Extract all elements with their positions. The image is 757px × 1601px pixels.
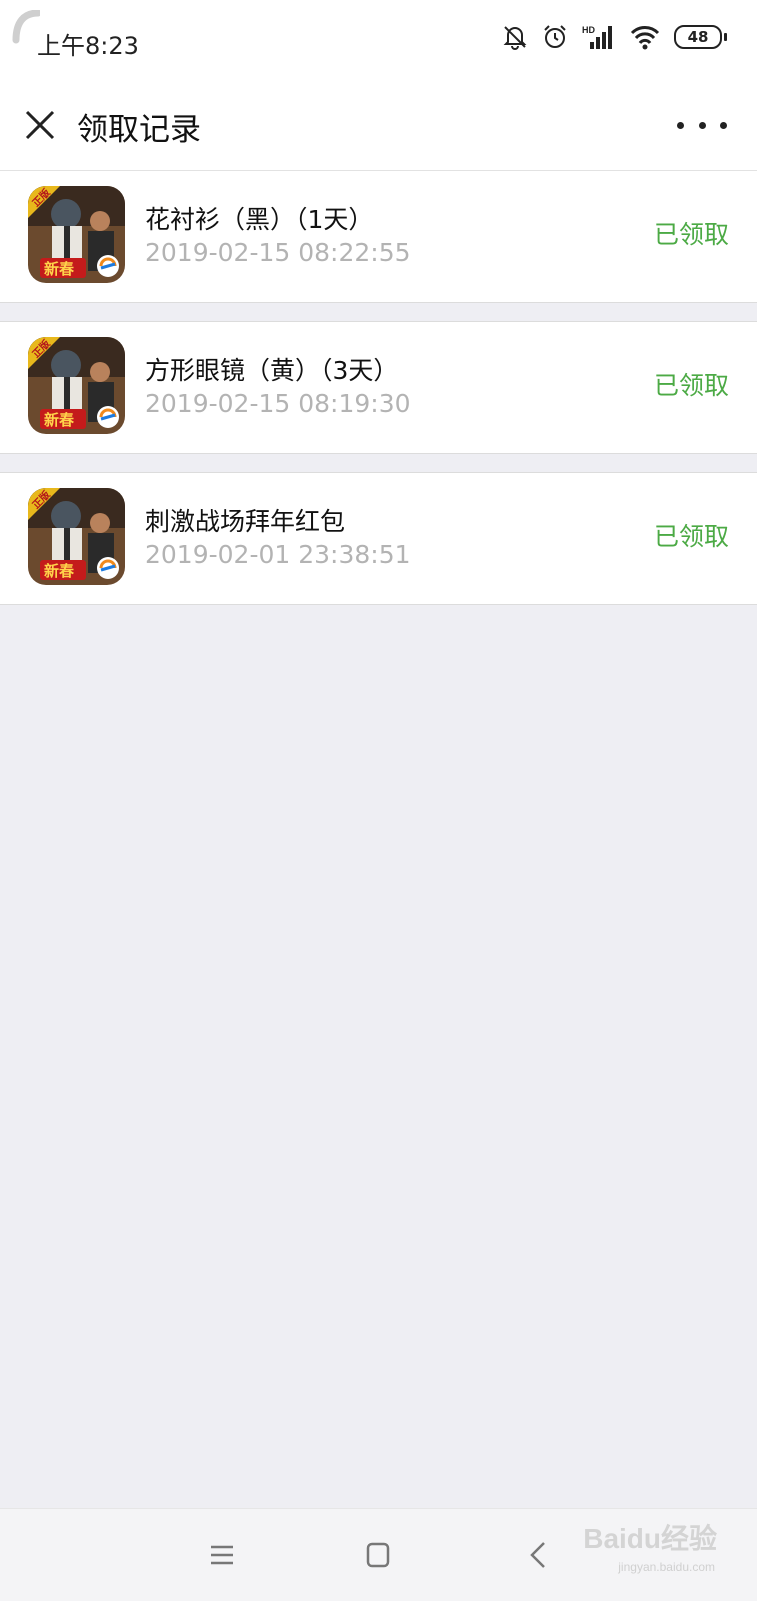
record-name: 刺激战场拜年红包 (145, 507, 346, 536)
mute-bell-icon (503, 26, 527, 50)
game-app-icon: 正版 新春 (28, 186, 125, 283)
record-time: 2019-02-01 23:38:51 (145, 540, 411, 569)
more-dot (677, 121, 684, 129)
more-dot (698, 121, 706, 129)
record-time: 2019-02-15 08:22:55 (145, 238, 411, 267)
more-dot (720, 121, 727, 129)
nav-bar: 领取记录 (0, 80, 757, 171)
system-nav-bar (0, 1508, 757, 1601)
record-item[interactable]: 正版 新春 花衬衫（黑）（1天） 2019-02-15 08:22:55 已领取 (0, 171, 757, 303)
bottom-badge-text: 新春 (44, 260, 74, 278)
battery-cap (724, 33, 727, 41)
game-app-icon: 正版 新春 (28, 488, 125, 585)
wifi-icon (630, 26, 660, 50)
status-bar: 上午8:23 HD 48 (0, 0, 757, 80)
page-title: 领取记录 (77, 112, 201, 148)
close-icon[interactable] (20, 105, 60, 145)
watermark-url: jingyan.baidu.com (618, 1560, 715, 1574)
home-square-icon[interactable] (358, 1537, 398, 1573)
game-app-icon-art: 正版 新春 (28, 488, 125, 585)
menu-icon[interactable] (202, 1537, 242, 1573)
bottom-badge-text: 新春 (44, 411, 74, 429)
watermark: Baidu经验 (583, 1523, 717, 1554)
back-icon[interactable] (519, 1537, 559, 1573)
status-received: 已领取 (653, 371, 729, 400)
hd-signal-icon: HD (582, 25, 612, 49)
battery-level: 48 (674, 25, 722, 49)
record-item[interactable]: 正版 新春 刺激战场拜年红包 2019-02-01 23:38:51 已领取 (0, 472, 757, 605)
status-received: 已领取 (653, 522, 729, 551)
battery-icon: 48 (674, 25, 727, 49)
status-received: 已领取 (653, 220, 729, 249)
svg-text:HD: HD (582, 25, 595, 35)
status-icons: HD 48 (502, 24, 727, 50)
game-app-icon: 正版 新春 (28, 337, 125, 434)
status-time: 上午8:23 (37, 32, 139, 60)
record-name: 方形眼镜（黄）（3天） (145, 356, 399, 385)
alarm-icon (544, 25, 566, 48)
game-app-icon-art: 正版 新春 (28, 186, 125, 283)
game-app-icon-art: 正版 新春 (28, 337, 125, 434)
record-item[interactable]: 正版 新春 方形眼镜（黄）（3天） 2019-02-15 08:19:30 已领… (0, 321, 757, 454)
record-name: 花衬衫（黑）（1天） (145, 205, 374, 234)
more-icon[interactable] (677, 110, 727, 140)
status-deco-icon (12, 10, 40, 44)
record-time: 2019-02-15 08:19:30 (145, 389, 411, 418)
bottom-badge-text: 新春 (44, 562, 74, 580)
record-list: 正版 新春 花衬衫（黑）（1天） 2019-02-15 08:22:55 已领取 (0, 171, 757, 623)
